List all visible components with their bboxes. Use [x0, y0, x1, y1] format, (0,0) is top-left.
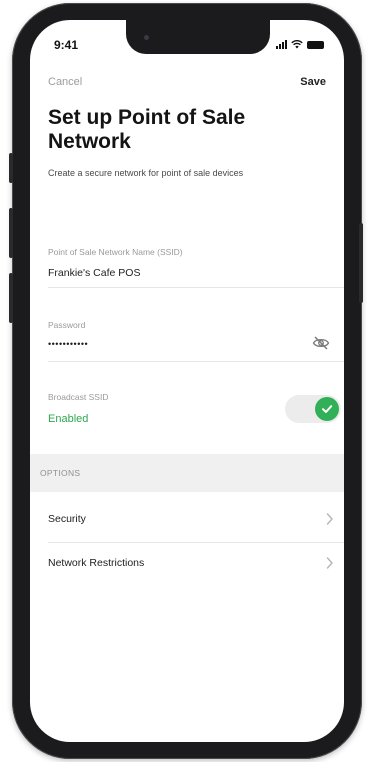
page-title: Set up Point of Sale Network: [48, 106, 246, 153]
password-divider: [48, 361, 344, 362]
page-subtitle: Create a secure network for point of sal…: [48, 168, 244, 178]
check-icon: [322, 405, 333, 413]
list-item-network-restrictions[interactable]: Network Restrictions: [30, 542, 344, 586]
options-section-label: OPTIONS: [40, 468, 81, 478]
chevron-right-icon: [326, 557, 333, 569]
front-camera: [144, 35, 149, 40]
list-item-security[interactable]: Security: [30, 498, 344, 542]
power-button: [359, 223, 363, 303]
broadcast-ssid-label: Broadcast SSID: [48, 392, 109, 402]
ssid-label: Point of Sale Network Name (SSID): [48, 247, 183, 257]
status-icons: [276, 40, 324, 49]
security-label: Security: [48, 513, 86, 525]
notch: [126, 20, 270, 54]
volume-down-button: [9, 273, 13, 323]
toggle-knob: [315, 397, 339, 421]
chevron-right-icon: [326, 513, 333, 525]
password-input[interactable]: •••••••••••: [48, 339, 88, 349]
cancel-button[interactable]: Cancel: [48, 76, 82, 88]
password-label: Password: [48, 320, 86, 330]
status-time: 9:41: [54, 38, 79, 52]
battery-icon: [307, 40, 324, 49]
silent-switch: [9, 153, 13, 183]
wifi-icon: [291, 40, 303, 49]
signal-icon: [276, 40, 287, 49]
save-button[interactable]: Save: [300, 76, 326, 88]
phone-screen: 9:41 Cancel Save Set up Point of Sale Ne…: [30, 20, 344, 742]
eye-slash-icon[interactable]: [312, 336, 330, 355]
network-restrictions-label: Network Restrictions: [48, 557, 145, 569]
options-section-header: OPTIONS: [30, 454, 344, 492]
ssid-input[interactable]: Frankie's Cafe POS: [48, 267, 140, 279]
ssid-divider: [48, 287, 344, 288]
broadcast-ssid-toggle[interactable]: [285, 395, 341, 423]
volume-up-button: [9, 208, 13, 258]
broadcast-status-text: Enabled: [48, 413, 89, 425]
